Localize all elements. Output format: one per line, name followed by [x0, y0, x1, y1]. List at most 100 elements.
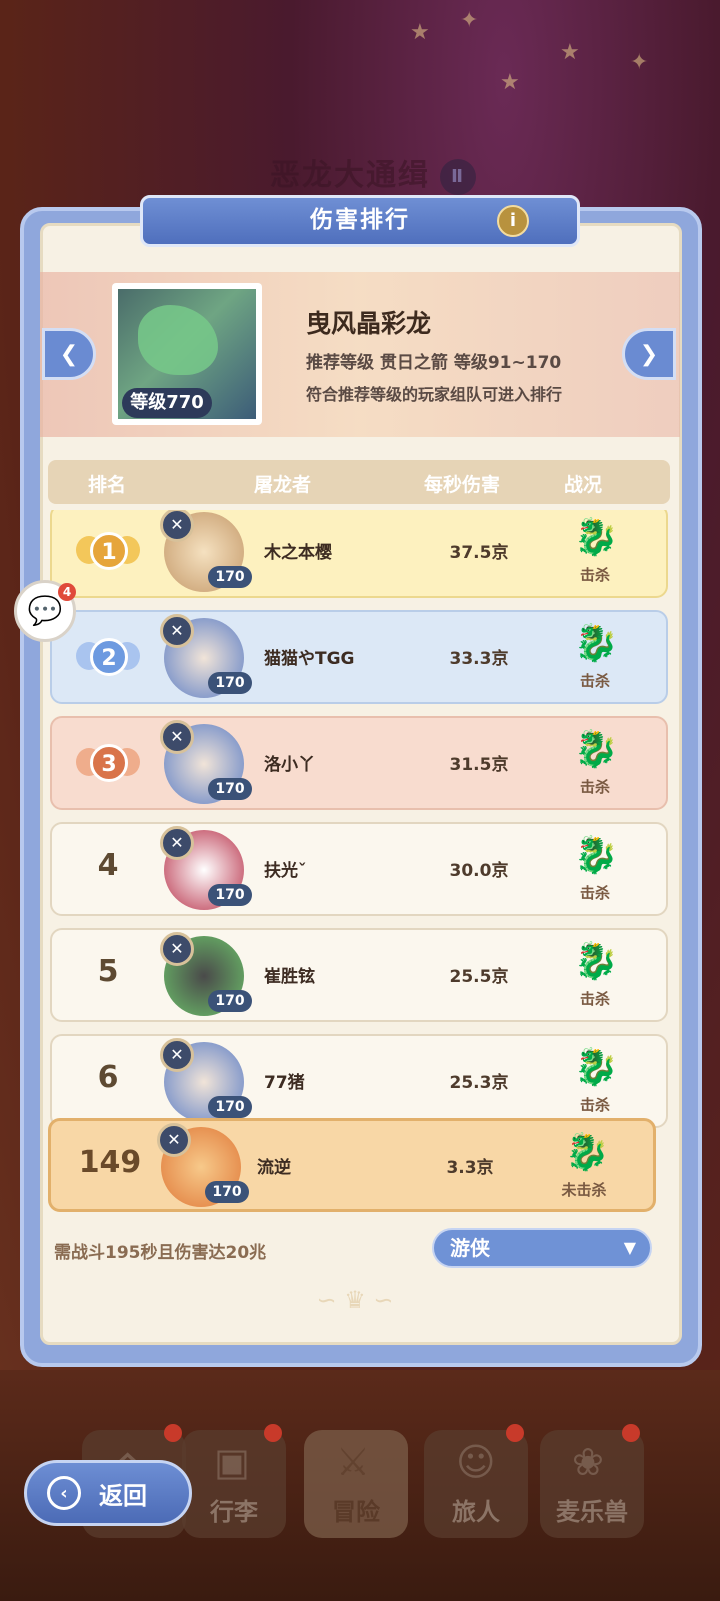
col-rank: 排名: [88, 474, 127, 496]
prev-boss-button[interactable]: ❮: [42, 328, 96, 380]
dragon-icon: 🐉: [573, 623, 619, 664]
caret-down-icon: ▼: [623, 1238, 636, 1257]
table-row[interactable]: 3 ✕ 170 洛小丫 31.5京 🐉 击杀: [50, 716, 668, 810]
table-row[interactable]: 6 ✕ 170 77猪 25.3京 🐉 击杀: [50, 1034, 668, 1128]
chat-icon: 💬: [27, 594, 63, 627]
bronze-medal-icon: 3: [76, 734, 140, 794]
star-decoration: ★: [410, 20, 430, 45]
col-status: 战况: [564, 474, 603, 496]
kill-status: 击杀: [579, 672, 610, 690]
player-level: 170: [208, 778, 252, 800]
player-name: 洛小丫: [264, 755, 315, 775]
tab-adventure[interactable]: ⚔ 冒险: [304, 1430, 408, 1538]
star-decoration: ✦: [630, 50, 649, 75]
player-level: 170: [208, 672, 252, 694]
chat-badge: 4: [58, 583, 76, 601]
star-decoration: ★: [500, 70, 520, 95]
chest-icon: ▣: [214, 1440, 250, 1484]
kill-status: 击杀: [579, 778, 610, 796]
col-dps: 每秒伤害: [424, 474, 501, 496]
chevron-left-icon: ❮: [59, 341, 79, 367]
rank-number: 4: [97, 848, 119, 883]
player-name: 77猪: [264, 1073, 305, 1093]
dragon-icon: 🐉: [573, 729, 619, 770]
table-row[interactable]: 2 ✕ 170 猫猫やTGG 33.3京 🐉 击杀: [50, 610, 668, 704]
player-dps: 25.5京: [449, 967, 509, 987]
crossed-swords-icon: ✕: [157, 1123, 191, 1157]
kill-status: 击杀: [579, 884, 610, 902]
player-dps: 30.0京: [449, 861, 509, 881]
kill-status: 未击杀: [561, 1181, 607, 1199]
notification-dot: [506, 1424, 524, 1442]
tab-pet-label: 麦乐兽: [556, 1498, 628, 1526]
dragon-icon: 🐉: [573, 1047, 619, 1088]
class-dropdown[interactable]: 游侠 ▼: [432, 1228, 652, 1268]
boss-note: 符合推荐等级的玩家组队可进入排行: [306, 385, 563, 404]
tab-luggage-label: 行李: [210, 1498, 258, 1526]
chevron-right-icon: ❯: [639, 341, 659, 367]
boss-level-badge: 等级770: [122, 388, 212, 418]
dragon-icon: 🐉: [564, 1132, 610, 1173]
pet-icon: ❀: [572, 1440, 604, 1484]
crossed-swords-icon: ✕: [160, 826, 194, 860]
requirement-note: 需战斗195秒且伤害达20兆: [54, 1243, 267, 1263]
class-dropdown-value: 游侠: [450, 1236, 490, 1260]
player-dps: 37.5京: [449, 543, 509, 563]
back-button[interactable]: ‹ 返回: [24, 1460, 192, 1526]
player-level: 170: [208, 884, 252, 906]
boss-name: 曳风晶彩龙: [306, 309, 432, 338]
event-title: 恶龙大通缉 Ⅱ: [270, 150, 476, 195]
crossed-swords-icon: ✕: [160, 614, 194, 648]
crossed-swords-icon: ✕: [160, 1038, 194, 1072]
player-name: 崔胜铉: [264, 967, 315, 987]
table-row[interactable]: 4 ✕ 170 扶光ˇ 30.0京 🐉 击杀: [50, 822, 668, 916]
crossed-swords-icon: ✕: [160, 720, 194, 754]
player-dps: 25.3京: [449, 1073, 509, 1093]
tab-pet[interactable]: ❀ 麦乐兽: [540, 1424, 644, 1538]
table-row[interactable]: 5 ✕ 170 崔胜铉 25.5京 🐉 击杀: [50, 928, 668, 1022]
rank-number: 5: [97, 954, 119, 989]
player-level: 170: [208, 566, 252, 588]
dragon-icon: 🐉: [573, 517, 619, 558]
tab-traveler-label: 旅人: [452, 1498, 500, 1526]
player-name: 流逆: [257, 1158, 291, 1178]
tab-adventure-label: 冒险: [332, 1498, 380, 1526]
col-player: 屠龙者: [254, 474, 312, 496]
player-name: 木之本樱: [264, 543, 332, 563]
player-level: 170: [208, 990, 252, 1012]
info-icon[interactable]: i: [497, 205, 529, 237]
kill-status: 击杀: [579, 566, 610, 584]
rank-number: 6: [97, 1060, 119, 1095]
gold-medal-icon: 1: [76, 522, 140, 582]
ornament-divider: ∽ ♛ ∽: [316, 1286, 394, 1314]
kill-status: 击杀: [579, 1096, 610, 1114]
dragon-icon: 🐉: [573, 835, 619, 876]
player-name: 扶光ˇ: [264, 861, 307, 881]
notification-dot: [264, 1424, 282, 1442]
dragon-icon: 🐉: [573, 941, 619, 982]
kill-status: 击杀: [579, 990, 610, 1008]
back-label: 返回: [99, 1481, 147, 1510]
back-arrow-icon: ‹: [47, 1476, 81, 1510]
player-name: 猫猫やTGG: [264, 649, 355, 669]
tab-luggage[interactable]: ▣ 行李: [182, 1424, 286, 1538]
table-row[interactable]: 1 ✕ 170 木之本樱 37.5京 🐉 击杀: [50, 510, 668, 598]
crossed-swords-icon: ✕: [160, 932, 194, 966]
player-level: 170: [205, 1181, 249, 1203]
notification-dot: [164, 1424, 182, 1442]
rank-number: 149: [78, 1145, 142, 1180]
person-icon: ☺: [456, 1440, 496, 1484]
next-boss-button[interactable]: ❯: [622, 328, 676, 380]
boss-recommend: 推荐等级 贯日之箭 等级91~170: [306, 353, 562, 373]
player-dps: 3.3京: [446, 1158, 494, 1178]
my-rank-row[interactable]: 149 ✕ 170 流逆 3.3京 🐉 未击杀: [48, 1118, 656, 1212]
notification-dot: [622, 1424, 640, 1442]
ranking-list[interactable]: 1 ✕ 170 木之本樱 37.5京 🐉 击杀 2 ✕ 170 猫猫やTGG 3…: [40, 510, 680, 1136]
star-decoration: ★: [560, 40, 580, 65]
ranking-table-header: 排名 屠龙者 每秒伤害 战况: [48, 460, 670, 504]
player-level: 170: [208, 1096, 252, 1118]
star-decoration: ✦: [460, 8, 479, 33]
tab-traveler[interactable]: ☺ 旅人: [424, 1424, 528, 1538]
crossed-swords-icon: ⚔: [336, 1440, 371, 1484]
silver-medal-icon: 2: [76, 628, 140, 688]
